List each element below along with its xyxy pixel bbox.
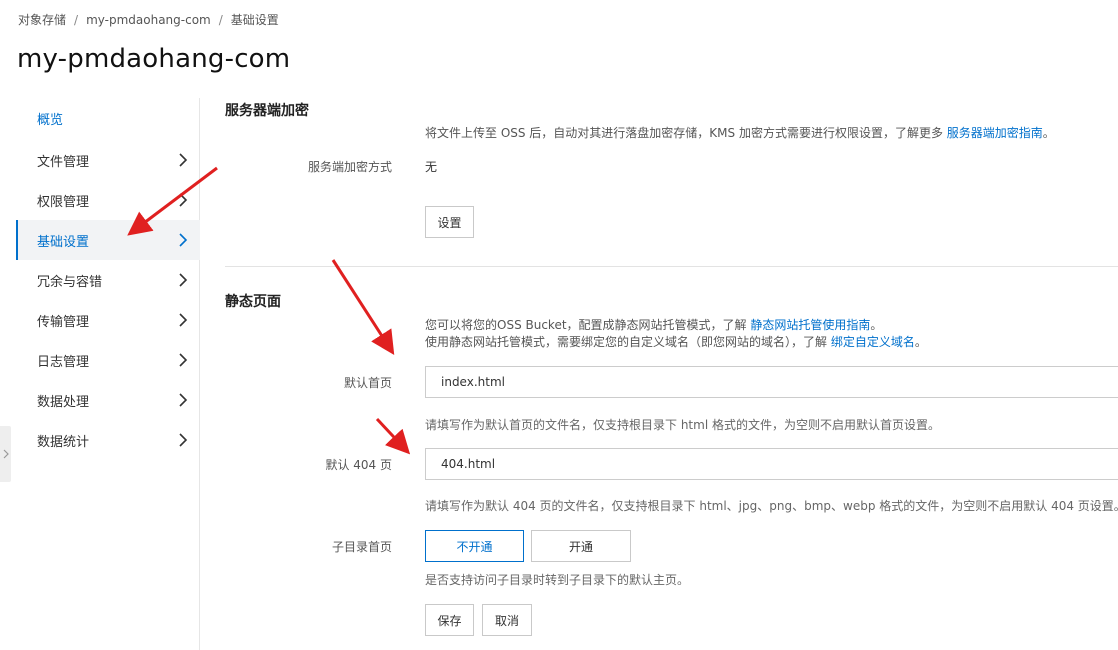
subdir-index-hint: 是否支持访问子目录时转到子目录下的默认主页。 xyxy=(425,573,690,587)
chevron-right-icon xyxy=(179,313,188,327)
sidebar-item-label: 文件管理 xyxy=(37,154,90,170)
sidebar-item-label: 日志管理 xyxy=(37,354,90,370)
static-page-description-1: 您可以将您的OSS Bucket，配置成静态网站托管模式，了解 静态网站托管使用… xyxy=(425,317,882,334)
chevron-right-icon xyxy=(179,273,188,287)
static-desc2-text: 使用静态网站托管模式，需要绑定您的自定义域名（即您网站的域名），了解 xyxy=(425,335,831,349)
static-hosting-guide-link[interactable]: 静态网站托管使用指南 xyxy=(750,318,870,332)
sidebar: 概览 文件管理 权限管理 基础设置 冗余与容错 传输管理 日志管理 数据处理 数… xyxy=(0,98,200,650)
chevron-right-icon xyxy=(179,193,188,207)
encryption-method-value: 无 xyxy=(425,160,438,174)
default-index-input[interactable]: index.html xyxy=(425,366,1118,398)
encryption-guide-link[interactable]: 服务器端加密指南 xyxy=(947,126,1043,140)
chevron-right-icon xyxy=(3,449,9,459)
encryption-method-label: 服务端加密方式 xyxy=(307,160,392,174)
default-404-hint: 请填写作为默认 404 页的文件名，仅支持根目录下 html、jpg、png、b… xyxy=(425,499,1118,513)
sidebar-item-label: 数据统计 xyxy=(37,434,90,450)
sidebar-item-file-management[interactable]: 文件管理 xyxy=(16,140,200,180)
subdir-disable-button[interactable]: 不开通 xyxy=(425,530,524,562)
sidebar-item-redundancy[interactable]: 冗余与容错 xyxy=(16,260,200,300)
chevron-right-icon xyxy=(179,153,188,167)
sidebar-item-label: 冗余与容错 xyxy=(37,274,103,290)
sidebar-item-data-statistics[interactable]: 数据统计 xyxy=(16,420,200,460)
sidebar-collapse-handle[interactable] xyxy=(0,426,11,482)
default-404-input[interactable]: 404.html xyxy=(425,448,1118,480)
section-divider xyxy=(225,266,1118,267)
sidebar-item-basic-settings[interactable]: 基础设置 xyxy=(16,220,200,260)
breadcrumb-item-bucket[interactable]: my-pmdaohang-com xyxy=(86,13,211,27)
encryption-settings-button[interactable]: 设置 xyxy=(425,206,474,238)
sidebar-item-label: 权限管理 xyxy=(37,194,90,210)
bind-domain-link[interactable]: 绑定自定义域名 xyxy=(831,335,915,349)
cancel-button[interactable]: 取消 xyxy=(482,604,532,636)
save-button[interactable]: 保存 xyxy=(425,604,474,636)
breadcrumb-separator: / xyxy=(74,12,79,27)
sidebar-item-transfer-management[interactable]: 传输管理 xyxy=(16,300,200,340)
sidebar-item-label: 概览 xyxy=(37,112,64,128)
sidebar-item-data-processing[interactable]: 数据处理 xyxy=(16,380,200,420)
sidebar-item-label: 数据处理 xyxy=(37,394,90,410)
breadcrumb-item-oss[interactable]: 对象存储 xyxy=(18,11,66,28)
sidebar-item-label: 传输管理 xyxy=(37,314,90,330)
chevron-right-icon xyxy=(179,433,188,447)
static-desc1-end: 。 xyxy=(870,318,883,332)
subdir-enable-button[interactable]: 开通 xyxy=(531,530,631,562)
sidebar-item-log-management[interactable]: 日志管理 xyxy=(16,340,200,380)
breadcrumb-separator: / xyxy=(218,12,223,27)
default-index-label: 默认首页 xyxy=(343,376,392,390)
encryption-desc-end: 。 xyxy=(1042,126,1055,140)
sidebar-item-label: 基础设置 xyxy=(37,234,90,250)
chevron-right-icon xyxy=(179,353,188,367)
sidebar-item-overview[interactable]: 概览 xyxy=(16,98,200,138)
chevron-right-icon xyxy=(179,233,188,247)
encryption-desc-text: 将文件上传至 OSS 后，自动对其进行落盘加密存储，KMS 加密方式需要进行权限… xyxy=(425,126,947,140)
static-desc2-end: 。 xyxy=(914,335,927,349)
static-desc1-text: 您可以将您的OSS Bucket，配置成静态网站托管模式，了解 xyxy=(425,318,751,332)
main-content: 服务器端加密 将文件上传至 OSS 后，自动对其进行落盘加密存储，KMS 加密方… xyxy=(200,90,1118,650)
breadcrumb: 对象存储 / my-pmdaohang-com / 基础设置 xyxy=(18,11,279,28)
default-index-hint: 请填写作为默认首页的文件名，仅支持根目录下 html 格式的文件，为空则不启用默… xyxy=(425,418,940,432)
subdir-index-label: 子目录首页 xyxy=(331,540,392,554)
page-title: my-pmdaohang-com xyxy=(17,44,291,74)
sidebar-item-permission-management[interactable]: 权限管理 xyxy=(16,180,200,220)
breadcrumb-item-current: 基础设置 xyxy=(230,13,279,27)
static-page-description-2: 使用静态网站托管模式，需要绑定您的自定义域名（即您网站的域名），了解 绑定自定义… xyxy=(425,334,927,351)
section-title-encryption: 服务器端加密 xyxy=(225,103,309,119)
chevron-right-icon xyxy=(179,393,188,407)
default-404-label: 默认 404 页 xyxy=(325,458,392,472)
encryption-description: 将文件上传至 OSS 后，自动对其进行落盘加密存储，KMS 加密方式需要进行权限… xyxy=(425,125,1055,142)
section-title-static-page: 静态页面 xyxy=(225,294,281,310)
